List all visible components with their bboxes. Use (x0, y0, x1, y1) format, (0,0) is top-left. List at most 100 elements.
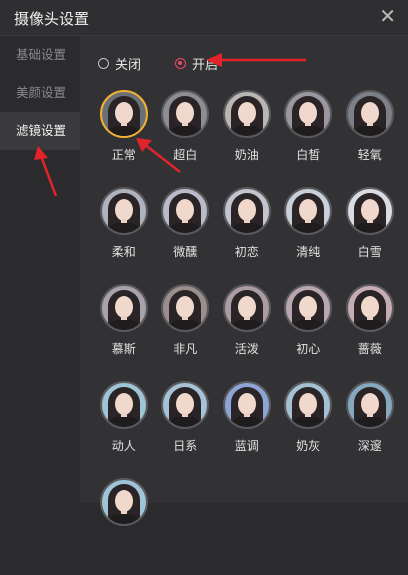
filter-label: 正常 (111, 148, 136, 162)
filter-preview-avatar[interactable] (222, 284, 271, 332)
filter-label: 蓝调 (234, 439, 259, 453)
avatar-face (360, 296, 379, 318)
radio-on-dot (175, 58, 187, 69)
avatar-body (107, 514, 140, 524)
avatar-face (360, 199, 379, 221)
radio-on[interactable]: 开启 (175, 54, 218, 73)
filter-label: 白雪 (357, 245, 382, 259)
avatar-body (169, 223, 202, 233)
filter-preview-avatar[interactable] (345, 187, 394, 235)
avatar-face (237, 199, 256, 221)
filter-preview-avatar[interactable] (161, 284, 210, 332)
avatar-face (114, 296, 133, 318)
avatar-body (230, 417, 263, 427)
avatar-body (107, 126, 140, 136)
sidebar-item-filter[interactable]: 滤镜设置 (0, 112, 80, 150)
radio-off-dot (98, 58, 109, 69)
filter-preview-avatar[interactable] (222, 381, 271, 429)
filter-preview-avatar[interactable] (99, 478, 148, 526)
filter-label: 活泼 (234, 342, 259, 356)
filter-preview-avatar[interactable] (99, 187, 148, 235)
filter-label: 日系 (173, 439, 198, 453)
avatar-face (237, 393, 256, 415)
filter-item[interactable]: 奶灰 (278, 381, 340, 478)
avatar-body (230, 320, 263, 330)
filter-item[interactable]: 蔷薇 (339, 284, 401, 381)
avatar-body (353, 223, 386, 233)
filter-preview-avatar[interactable] (161, 187, 210, 235)
filter-item[interactable]: 蓝调 (216, 381, 278, 478)
filter-preview-avatar[interactable] (161, 381, 210, 429)
avatar-body (353, 320, 386, 330)
filter-preview-avatar[interactable] (284, 284, 333, 332)
filter-panel: 关闭 开启 正常 超白 奶油 白皙 轻氧柔和 微醺 初恋 清纯 白雪慕斯 非凡 活泼 初心 蔷薇动人 日系… (80, 36, 408, 526)
sidebar-item-basic[interactable]: 基础设置 (0, 36, 80, 74)
avatar-face (360, 102, 379, 124)
filter-label: 微醺 (173, 245, 198, 259)
avatar-body (292, 417, 325, 427)
filter-label: 深邃 (357, 439, 382, 453)
filter-preview-avatar[interactable] (99, 381, 148, 429)
filter-preview-avatar[interactable] (161, 90, 210, 138)
filter-label: 非凡 (173, 342, 198, 356)
avatar-body (353, 126, 386, 136)
filter-item[interactable] (93, 478, 155, 575)
avatar-body (292, 126, 325, 136)
radio-on-label: 开启 (192, 58, 219, 73)
filter-preview-avatar[interactable] (284, 90, 333, 138)
filter-item[interactable]: 日系 (155, 381, 217, 478)
filter-preview-avatar[interactable] (222, 90, 271, 138)
avatar-body (230, 223, 263, 233)
filter-preview-avatar[interactable] (284, 381, 333, 429)
avatar-body (107, 223, 140, 233)
filter-label: 白皙 (296, 148, 321, 162)
avatar-face (114, 490, 133, 512)
radio-off-label: 关闭 (115, 58, 142, 73)
filter-preview-avatar[interactable] (99, 90, 148, 138)
avatar-face (114, 102, 133, 124)
filter-preview-avatar[interactable] (345, 90, 394, 138)
filter-label: 初心 (296, 342, 321, 356)
filter-preview-avatar[interactable] (345, 381, 394, 429)
filter-item[interactable]: 动人 (93, 381, 155, 478)
filter-item[interactable]: 轻氧 (339, 90, 401, 187)
avatar-face (114, 393, 133, 415)
filter-item[interactable]: 初恋 (216, 187, 278, 284)
filter-label: 动人 (111, 439, 136, 453)
filter-item[interactable]: 活泼 (216, 284, 278, 381)
sidebar-item-beauty[interactable]: 美颜设置 (0, 74, 80, 112)
filter-label: 蔷薇 (357, 342, 382, 356)
filter-item[interactable]: 清纯 (278, 187, 340, 284)
filter-item[interactable]: 慕斯 (93, 284, 155, 381)
avatar-face (360, 393, 379, 415)
filter-item[interactable]: 非凡 (155, 284, 217, 381)
filter-label: 清纯 (296, 245, 321, 259)
avatar-body (292, 223, 325, 233)
filter-preview-avatar[interactable] (345, 284, 394, 332)
filter-item[interactable]: 白雪 (339, 187, 401, 284)
filter-item[interactable]: 奶油 (216, 90, 278, 187)
avatar-face (237, 296, 256, 318)
filter-item[interactable]: 柔和 (93, 187, 155, 284)
filter-label: 奶油 (234, 148, 259, 162)
avatar-face (237, 102, 256, 124)
filter-preview-avatar[interactable] (99, 284, 148, 332)
filter-item[interactable]: 初心 (278, 284, 340, 381)
filter-preview-avatar[interactable] (284, 187, 333, 235)
filter-item[interactable]: 超白 (155, 90, 217, 187)
filter-label: 初恋 (234, 245, 259, 259)
filter-label: 慕斯 (111, 342, 136, 356)
filter-item[interactable]: 微醺 (155, 187, 217, 284)
filter-item[interactable]: 白皙 (278, 90, 340, 187)
filter-label: 柔和 (111, 245, 136, 259)
close-icon[interactable]: ✕ (379, 4, 396, 28)
filter-label: 轻氧 (357, 148, 382, 162)
filter-item[interactable]: 正常 (93, 90, 155, 187)
sidebar: 基础设置 美颜设置 滤镜设置 (0, 36, 80, 503)
avatar-body (292, 320, 325, 330)
filter-item[interactable]: 深邃 (339, 381, 401, 478)
radio-off[interactable]: 关闭 (98, 54, 141, 73)
avatar-body (107, 417, 140, 427)
avatar-body (353, 417, 386, 427)
filter-preview-avatar[interactable] (222, 187, 271, 235)
